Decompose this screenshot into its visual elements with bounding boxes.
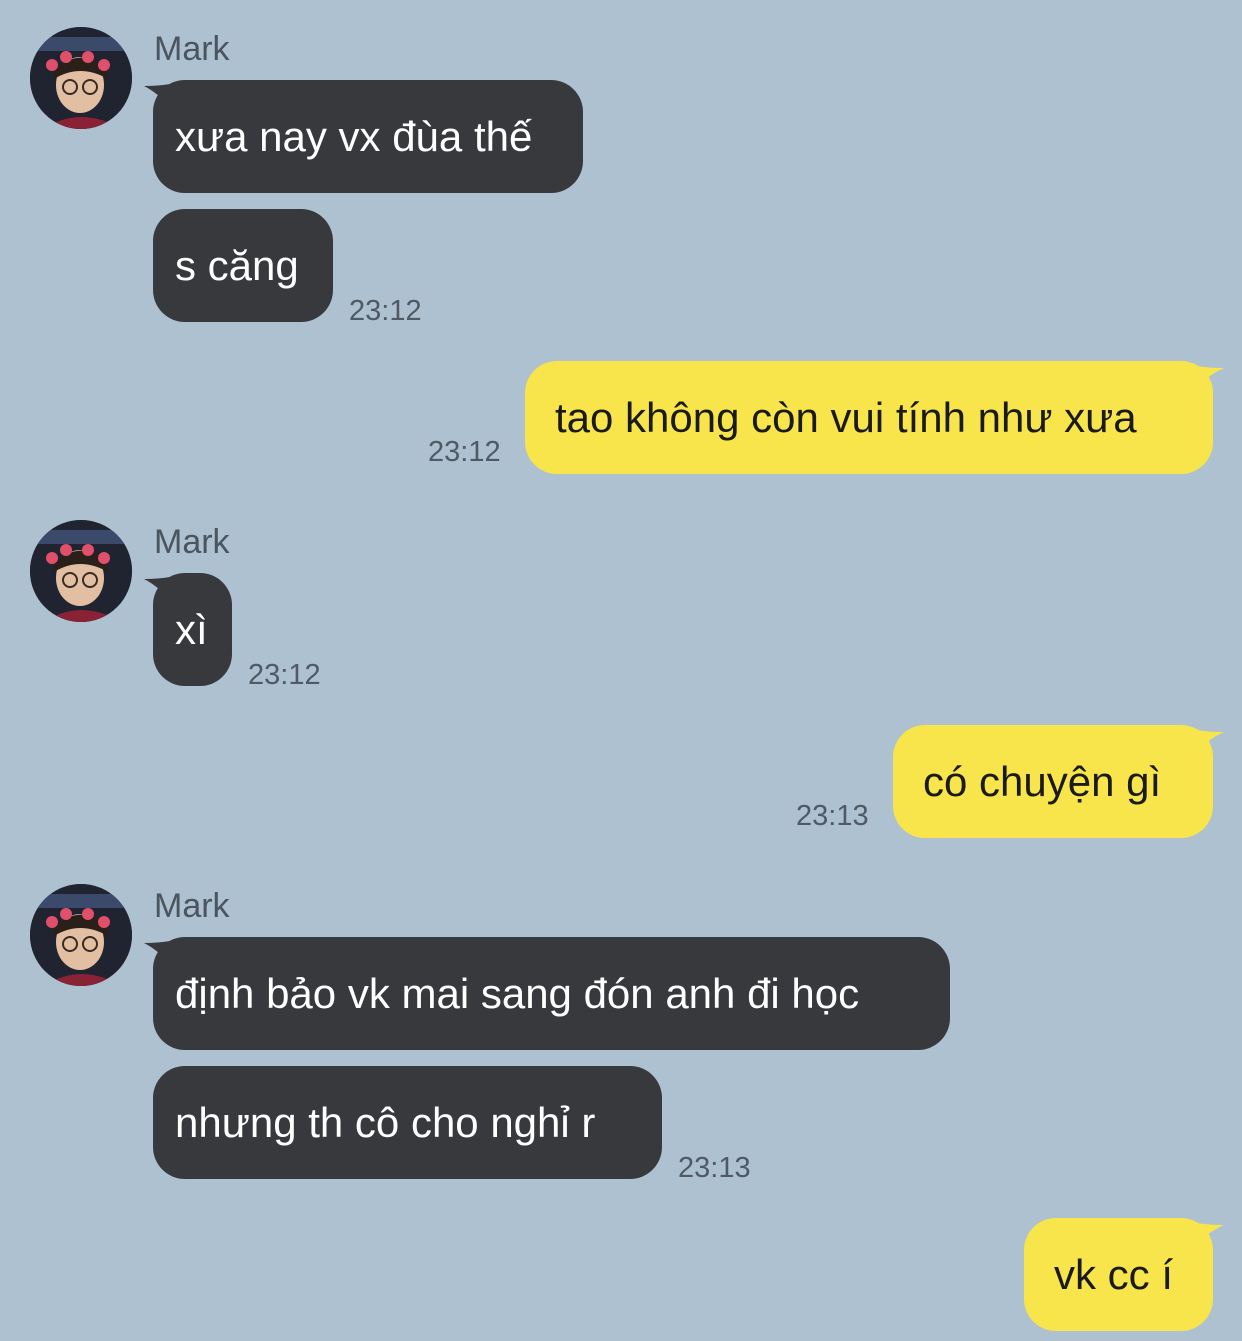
incoming-message-bubble[interactable]: định bảo vk mai sang đón anh đi học (153, 937, 950, 1050)
message-timestamp: 23:12 (248, 659, 321, 691)
sender-name: Mark (154, 887, 230, 925)
outgoing-message-bubble[interactable]: tao không còn vui tính như xưa (525, 361, 1213, 474)
message-timestamp: 23:13 (796, 800, 869, 832)
message-timestamp: 23:13 (678, 1152, 751, 1184)
outgoing-message-bubble[interactable]: có chuyện gì (893, 725, 1213, 838)
incoming-message-bubble[interactable]: s căng (153, 209, 333, 322)
avatar[interactable] (30, 520, 132, 622)
outgoing-message-bubble[interactable]: vk cc í (1024, 1218, 1213, 1331)
message-timestamp: 23:12 (349, 295, 422, 327)
incoming-message-bubble[interactable]: nhưng th cô cho nghỉ r (153, 1066, 662, 1179)
incoming-message-bubble[interactable]: xưa nay vx đùa thế (153, 80, 583, 193)
sender-name: Mark (154, 30, 230, 68)
chat-thread: Mark xưa nay vx đùa thế s căng 23:12 tao… (0, 0, 1242, 1341)
avatar[interactable] (30, 27, 132, 129)
sender-name: Mark (154, 523, 230, 561)
incoming-message-bubble[interactable]: xì (153, 573, 232, 686)
avatar[interactable] (30, 884, 132, 986)
message-timestamp: 23:12 (428, 436, 501, 468)
